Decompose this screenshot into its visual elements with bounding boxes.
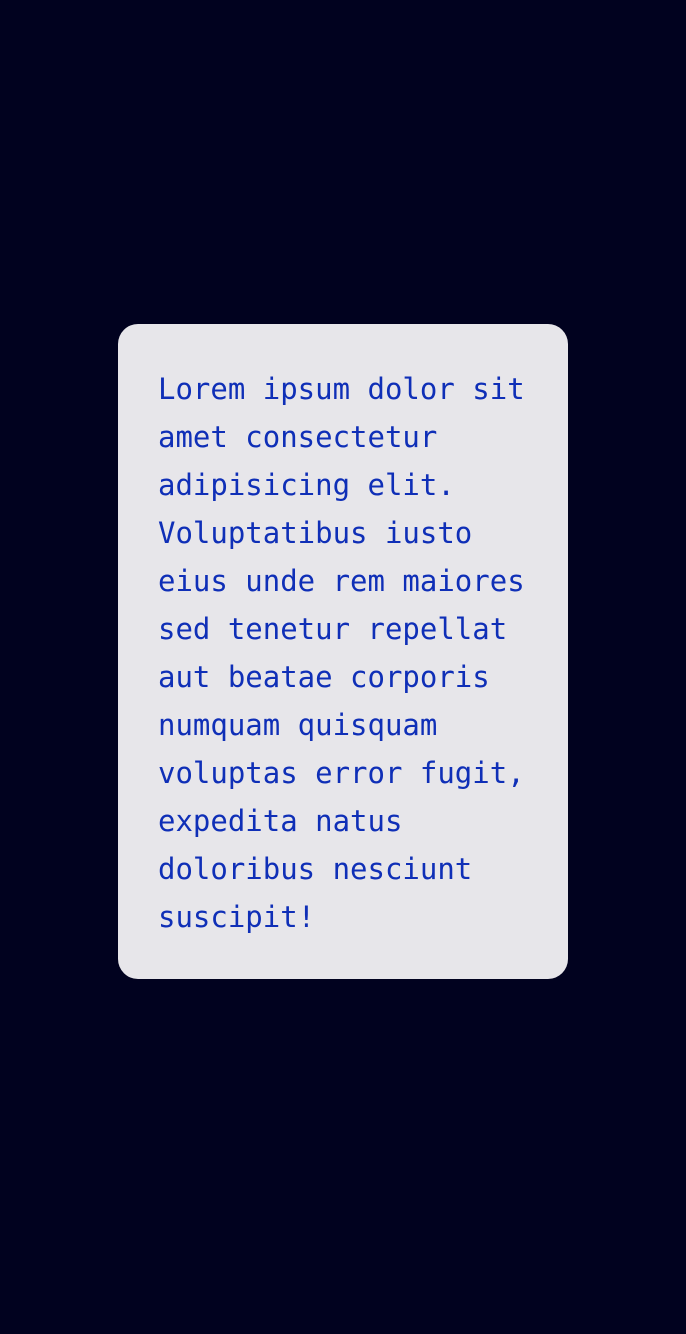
- text-card: Lorem ipsum dolor sit amet consectetur a…: [118, 324, 568, 979]
- card-paragraph: Lorem ipsum dolor sit amet consectetur a…: [158, 372, 525, 934]
